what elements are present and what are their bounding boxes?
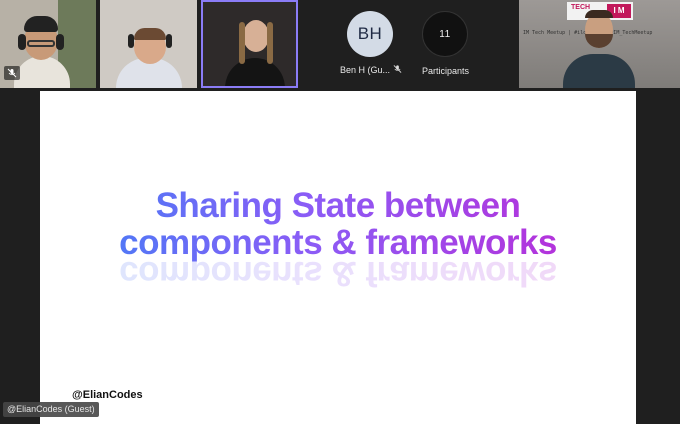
participant-video-tile-active[interactable] <box>201 0 298 88</box>
presenter-video-tile[interactable]: I M TECH IM Tech Meetup | #ilove... | #I… <box>519 0 680 88</box>
participants-count-badge: 11 <box>422 11 468 57</box>
participants-count: 11 <box>439 28 451 40</box>
presenter-name-tag: @ElianCodes (Guest) <box>3 402 99 417</box>
mic-muted-icon <box>4 66 20 80</box>
participant-strip: BH Ben H (Gu... 11 Participants I M TECH… <box>0 0 680 90</box>
participant-avatar-tile[interactable]: BH Ben H (Gu... <box>308 0 408 88</box>
participant-figure <box>225 2 285 86</box>
participant-video-tile[interactable] <box>0 0 96 88</box>
participants-count-tile[interactable]: 11 Participants <box>412 0 512 88</box>
participants-label: Participants <box>422 66 470 76</box>
slide-title-line1: Sharing State between <box>40 186 636 226</box>
presenter-figure <box>561 4 637 88</box>
slide-title-reflection: components & frameworks <box>40 253 636 293</box>
avatar-initials: BH <box>357 24 383 43</box>
participant-figure <box>114 0 184 88</box>
participant-video-tile[interactable] <box>100 0 197 88</box>
mic-muted-icon <box>393 65 402 73</box>
shared-slide: Sharing State between components & frame… <box>40 91 636 424</box>
participant-name: Ben H (Gu... <box>340 65 391 75</box>
slide-handle: @ElianCodes <box>72 389 143 401</box>
participant-avatar: BH <box>347 11 393 57</box>
participant-figure <box>12 0 72 88</box>
